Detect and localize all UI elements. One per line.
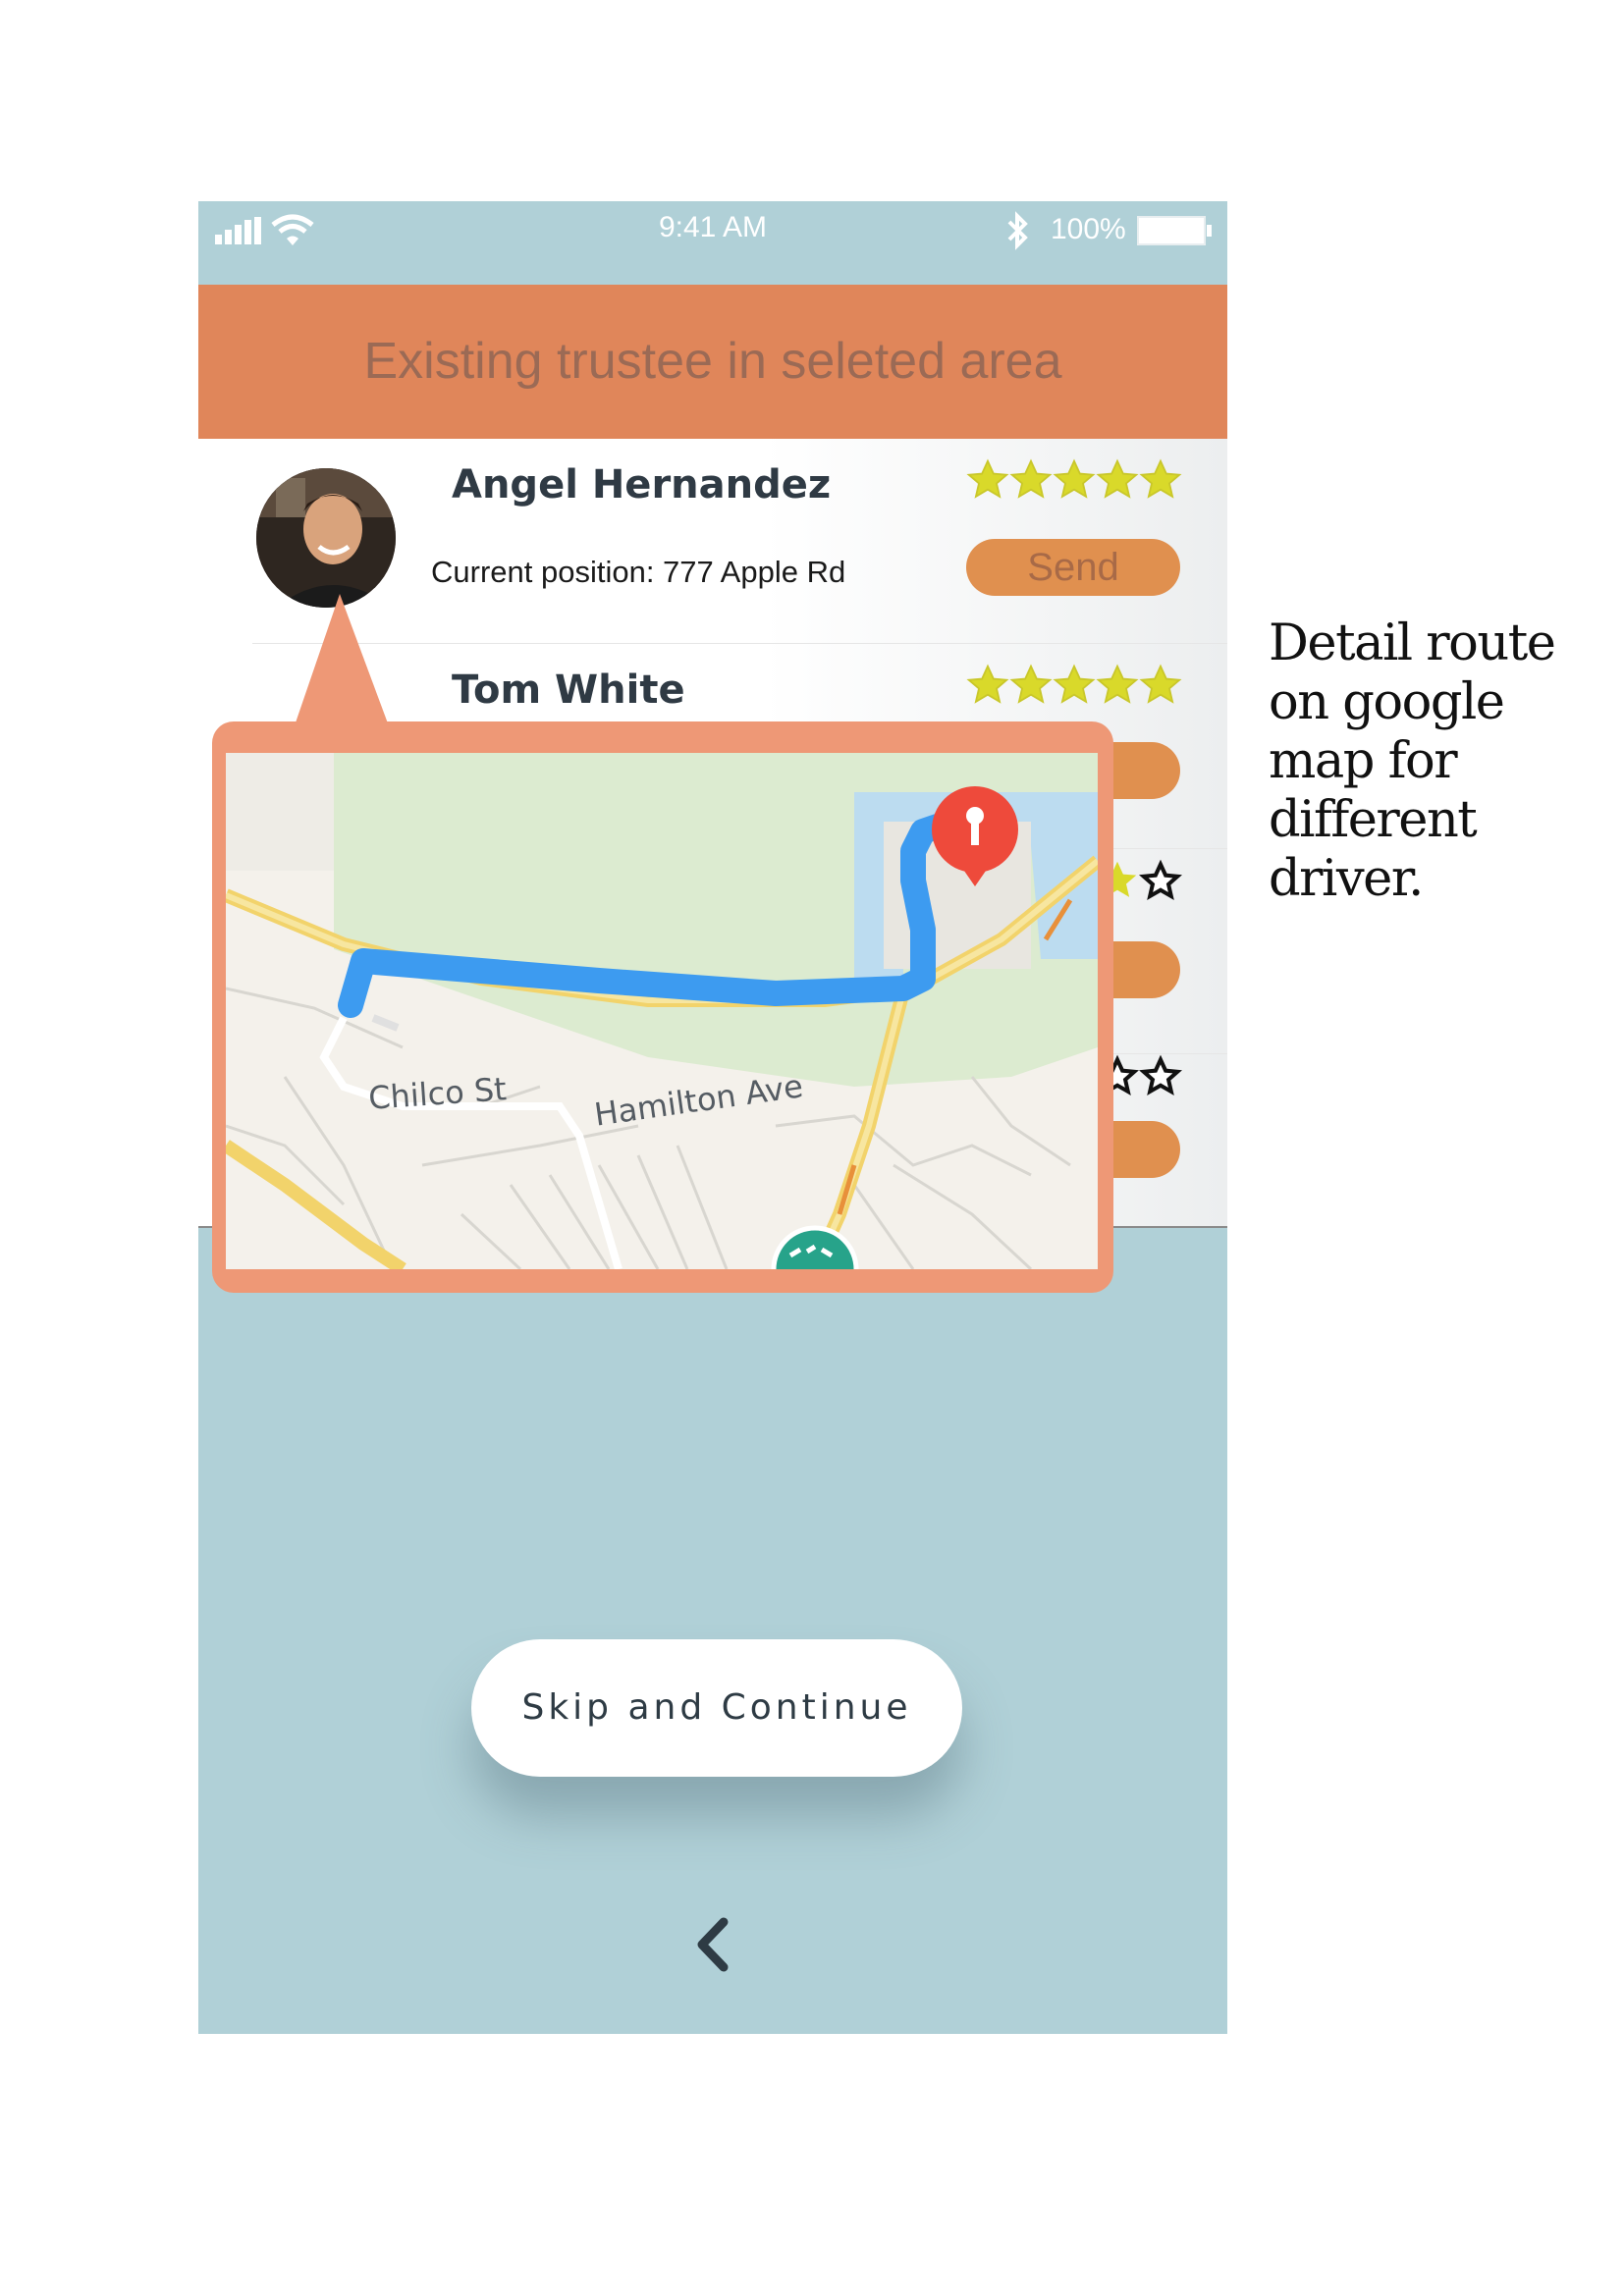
skip-and-continue-button[interactable]: Skip and Continue <box>471 1639 962 1777</box>
battery-icon <box>1137 216 1212 245</box>
rating-stars <box>966 454 1182 513</box>
annotation-note: Detail route on google map for different… <box>1269 614 1556 908</box>
star-icon <box>1139 664 1182 704</box>
trustee-position: Current position: 777 Apple Rd <box>431 555 846 589</box>
map-popup[interactable]: Chilco St Hamilton Ave <box>212 721 1113 1293</box>
chevron-left-icon[interactable] <box>688 1914 737 1975</box>
star-icon <box>1053 664 1096 704</box>
avatar[interactable] <box>256 468 396 608</box>
rating-stars <box>966 660 1182 719</box>
star-icon <box>966 664 1009 704</box>
star-icon <box>1139 458 1182 499</box>
trustee-name: Angel Hernandez <box>452 462 832 507</box>
star-icon <box>1096 458 1139 499</box>
star-icon <box>1009 664 1053 704</box>
bluetooth-icon <box>1007 211 1028 250</box>
star-outline-icon <box>1139 859 1182 900</box>
header: Existing trustee in seleted area <box>198 285 1227 439</box>
star-icon <box>1096 664 1139 704</box>
trustee-name: Tom White <box>452 667 685 713</box>
star-outline-icon <box>1139 1054 1182 1095</box>
send-button[interactable]: Send <box>966 539 1180 596</box>
star-icon <box>966 458 1009 499</box>
route-map[interactable]: Chilco St Hamilton Ave <box>226 753 1098 1269</box>
star-icon <box>1009 458 1053 499</box>
page-title: Existing trustee in seleted area <box>363 333 1062 390</box>
status-bar: 9:41 AM 100% <box>198 201 1227 285</box>
callout-pointer <box>293 594 391 731</box>
battery-percentage: 100% <box>1051 213 1126 245</box>
star-icon <box>1053 458 1096 499</box>
